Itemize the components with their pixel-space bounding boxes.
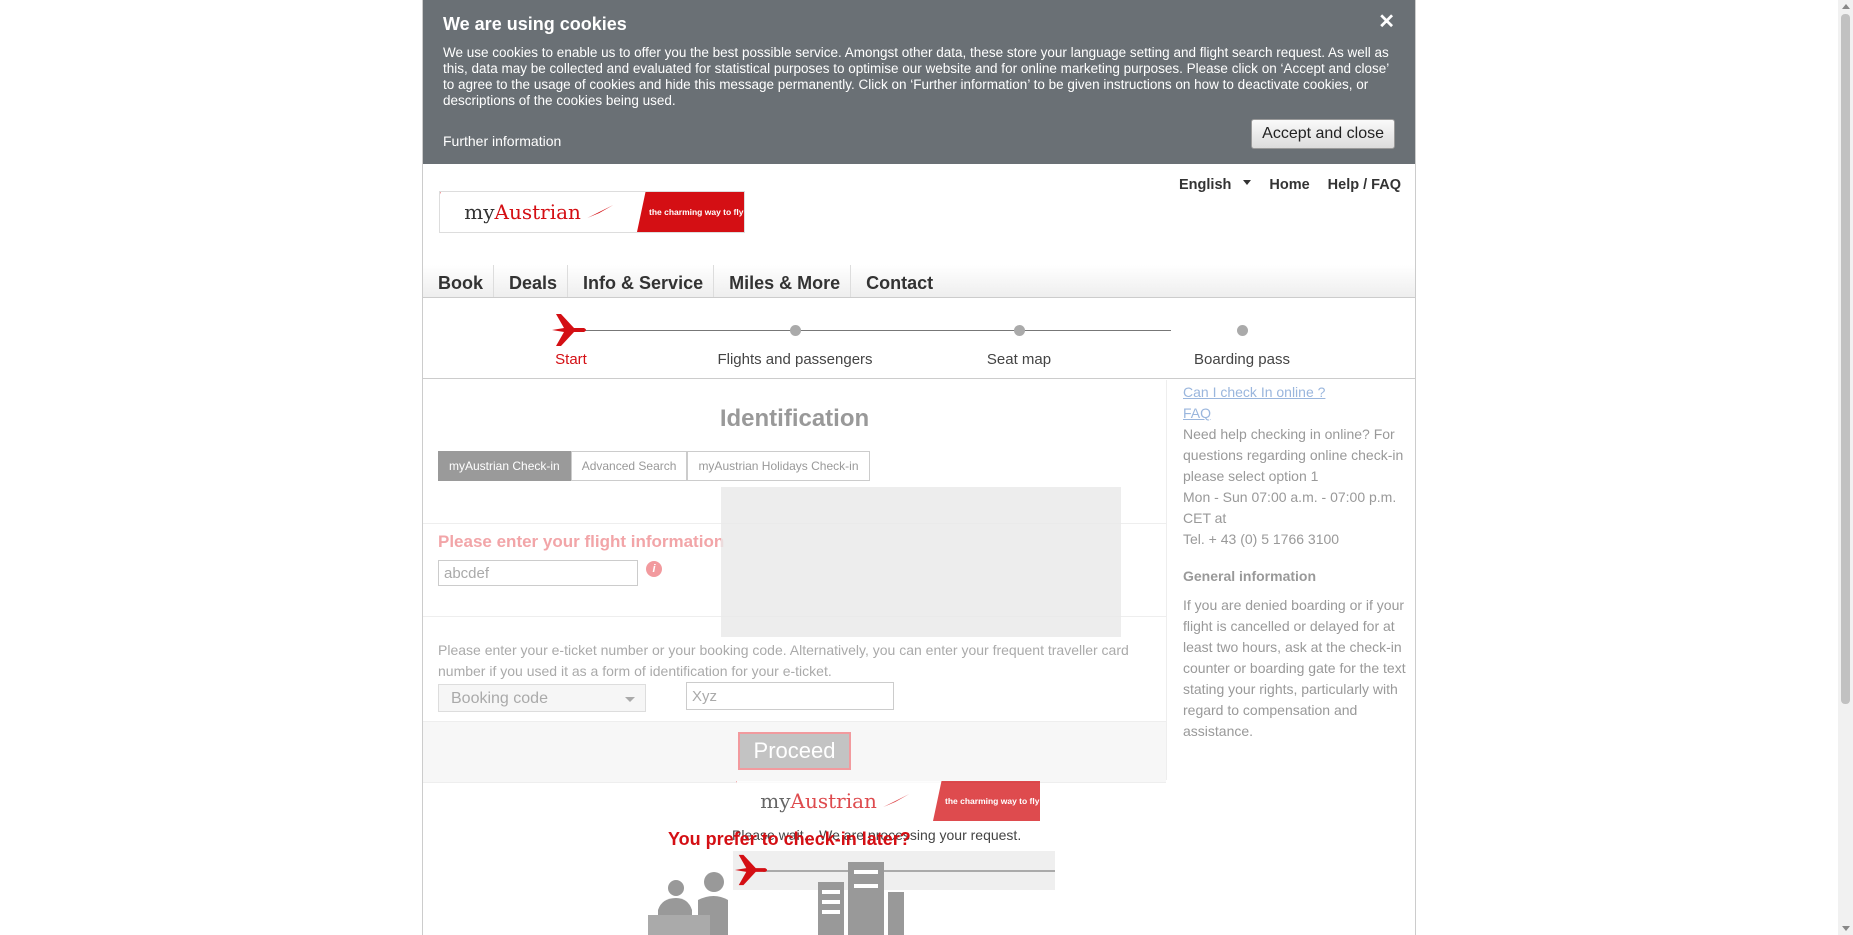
cookie-title: We are using cookies — [443, 14, 627, 34]
checkin-progress-steps: Start Flights and passengers Seat map Bo… — [423, 298, 1415, 379]
home-link[interactable]: Home — [1269, 177, 1309, 193]
identification-type-select[interactable]: Booking code — [438, 684, 646, 712]
step-dot — [1014, 325, 1025, 336]
flight-info-input[interactable] — [438, 560, 638, 586]
progress-track — [763, 870, 1055, 872]
info-icon[interactable]: i — [646, 561, 662, 577]
scrollbar-thumb[interactable] — [1841, 14, 1850, 704]
tab-myaustrian-checkin[interactable]: myAustrian Check-in — [438, 451, 571, 481]
page-title: Identification — [719, 405, 870, 432]
page: We are using cookies ✕ We use cookies to… — [422, 0, 1416, 935]
terminal-building-icon — [818, 862, 904, 935]
can-i-check-in-link[interactable]: Can I check In online ? — [1183, 382, 1408, 403]
logo-tagline: the charming way to fly — [945, 796, 1040, 806]
step-start: Start — [555, 351, 587, 368]
step-line — [571, 330, 741, 331]
logo-prefix: my — [760, 789, 791, 813]
top-navigation: English Home Help / FAQ — [1179, 177, 1401, 193]
nav-info-service[interactable]: Info & Service — [568, 265, 715, 297]
proceed-button[interactable]: Proceed — [738, 732, 851, 770]
language-label: English — [1179, 177, 1232, 193]
tab-holidays-checkin[interactable]: myAustrian Holidays Check-in — [687, 451, 870, 481]
close-icon[interactable]: ✕ — [1378, 9, 1395, 34]
general-info-heading: General information — [1183, 568, 1317, 584]
help-text: Need help checking in online? For questi… — [1183, 426, 1404, 484]
sidebar: Can I check In online ? FAQ Need help ch… — [1183, 382, 1408, 742]
tab-advanced-search[interactable]: Advanced Search — [570, 451, 688, 481]
logo-brand: Austrian — [494, 200, 581, 224]
nav-contact[interactable]: Contact — [851, 265, 943, 297]
help-faq-link[interactable]: Help / FAQ — [1328, 177, 1401, 193]
logo-prefix: my — [464, 200, 495, 224]
cookie-banner: We are using cookies ✕ We use cookies to… — [423, 0, 1415, 164]
service-hours: Mon - Sun 07:00 a.m. - 07:00 p.m. CET at — [1183, 489, 1397, 526]
faq-link[interactable]: FAQ — [1183, 403, 1408, 424]
nav-deals[interactable]: Deals — [494, 265, 569, 297]
select-value: Booking code — [451, 690, 548, 707]
step-dot — [1237, 325, 1248, 336]
nav-miles-more[interactable]: Miles & More — [714, 265, 852, 297]
main-navigation: Book Deals Info & Service Miles & More C… — [423, 265, 1415, 298]
flight-info-heading: Please enter your flight information — [438, 532, 725, 551]
loading-overlay-box — [721, 487, 1121, 637]
page-scrollbar[interactable] — [1838, 0, 1853, 935]
checkin-later-heading: You prefer to check-in later? — [668, 829, 911, 849]
step-flights-passengers: Flights and passengers — [717, 351, 873, 368]
step-seat-map: Seat map — [986, 351, 1052, 368]
step-dot — [790, 325, 801, 336]
language-select[interactable]: English — [1179, 177, 1252, 193]
eticket-instructions: Please enter your e-ticket number or you… — [438, 642, 1129, 679]
scroll-up-icon[interactable] — [1842, 4, 1850, 9]
chevron-down-icon — [625, 697, 635, 702]
scroll-down-icon[interactable] — [1842, 926, 1850, 931]
step-line — [741, 330, 1171, 331]
myaustrian-logo[interactable]: myAustrian the charming way to fly — [440, 192, 744, 232]
nav-book[interactable]: Book — [423, 265, 494, 297]
logo-swoosh-icon — [587, 205, 614, 218]
accept-and-close-button[interactable]: Accept and close — [1251, 119, 1395, 149]
check-in-counter-icon — [648, 872, 728, 935]
phone-number: Tel. + 43 (0) 5 1766 3100 — [1183, 531, 1340, 547]
chevron-down-icon — [1243, 180, 1252, 185]
booking-code-input[interactable] — [686, 682, 894, 710]
general-info-text: If you are denied boarding or if your fl… — [1183, 597, 1406, 739]
loading-logo: myAustrian the charming way to fly — [736, 781, 1040, 821]
logo-tagline: the charming way to fly — [649, 207, 744, 217]
checkin-tabs: myAustrian Check-in Advanced Search myAu… — [438, 451, 870, 481]
identification-form: Identification myAustrian Check-in Advan… — [423, 380, 1167, 783]
further-information-link[interactable]: Further information — [443, 133, 561, 149]
logo-brand: Austrian — [790, 789, 877, 813]
step-boarding-pass: Boarding pass — [1194, 351, 1290, 368]
cookie-text: We use cookies to enable us to offer you… — [443, 45, 1389, 108]
logo-swoosh-icon — [883, 794, 910, 807]
airplane-icon — [552, 314, 586, 346]
